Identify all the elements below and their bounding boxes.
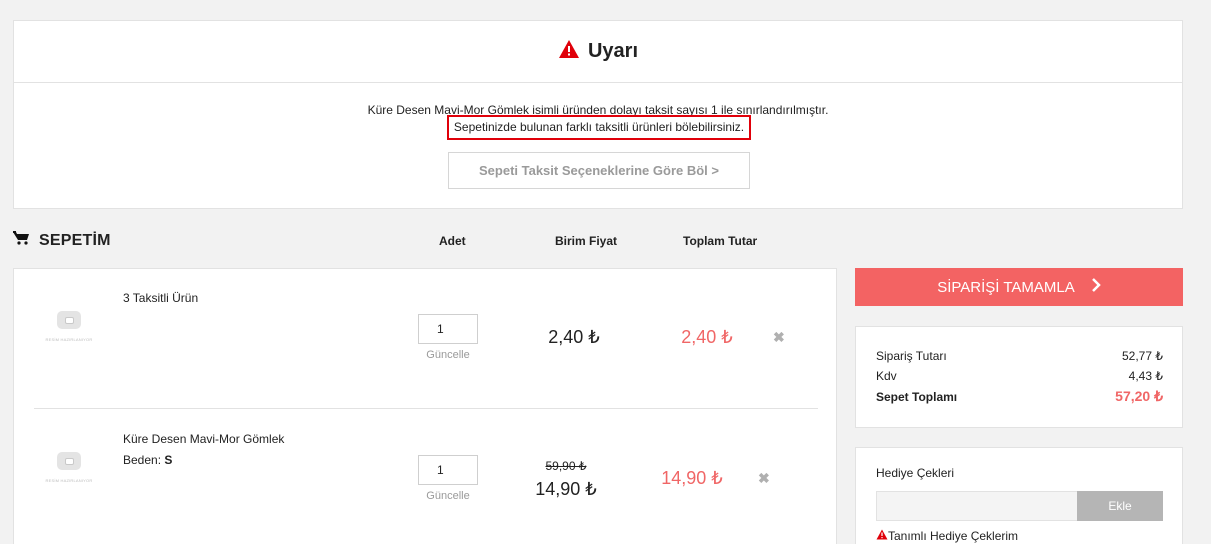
warning-panel: Uyarı Küre Desen Mavi-Mor Gömlek isimli … [13,20,1183,209]
product-image-placeholder: RESİM HAZIRLANIYOR [37,309,101,361]
column-header-unit-price: Birim Fiyat [555,234,618,248]
item-total: 2,40 ₺ [681,327,733,347]
warning-title: Uyarı [587,40,639,62]
remove-icon[interactable]: ✖ [758,470,770,487]
summary-subtotal-row: Sipariş Tutarı 52,77 ₺ [876,349,1163,363]
summary-vat-row: Kdv 4,43 ₺ [876,369,1163,383]
camera-icon [57,311,81,329]
camera-icon [57,452,81,470]
remove-icon[interactable]: ✖ [773,329,785,346]
add-gift-voucher-button[interactable]: Ekle [1077,491,1163,521]
cart-heading: SEPETİM [13,231,111,250]
column-header-qty: Adet [439,234,466,248]
old-price: 59,90 ₺ [545,459,587,473]
cart-title: SEPETİM [39,231,111,249]
warning-icon [558,39,580,64]
product-name[interactable]: 3 Taksitli Ürün [123,291,198,305]
defined-gift-vouchers-link[interactable]: Tanımlı Hediye Çeklerim [876,529,1018,543]
column-header-total: Toplam Tutar [683,234,758,248]
gift-voucher-panel: Hediye Çekleri Ekle Tanımlı Hediye Çekle… [855,447,1183,544]
item-total: 14,90 ₺ [661,468,723,488]
checkout-button[interactable]: SİPARİŞİ TAMAMLA [855,268,1183,306]
order-summary: Sipariş Tutarı 52,77 ₺ Kdv 4,43 ₺ Sepet … [855,326,1183,428]
unit-price: 14,90 ₺ [535,479,597,499]
summary-total-row: Sepet Toplamı 57,20 ₺ [876,388,1163,404]
cart-list: RESİM HAZIRLANIYOR 3 Taksitli Ürün Günce… [13,268,837,544]
gift-voucher-input[interactable] [876,491,1078,521]
quantity-input[interactable] [418,455,478,485]
product-size: Beden: S [123,453,173,467]
chevron-right-icon [1091,277,1101,297]
unit-price: 2,40 ₺ [548,327,600,347]
split-cart-button[interactable]: Sepeti Taksit Seçeneklerine Göre Böl > [448,152,750,189]
product-name[interactable]: Küre Desen Mavi-Mor Gömlek [123,432,284,446]
warning-header: Uyarı [14,21,1182,83]
row-divider [34,408,818,409]
cart-icon [13,231,30,250]
quantity-input[interactable] [418,314,478,344]
warning-icon [876,529,888,543]
warning-split-hint: Sepetinizde bulunan farklı taksitli ürün… [447,115,751,140]
gift-voucher-title: Hediye Çekleri [876,466,955,480]
update-quantity-link[interactable]: Güncelle [418,349,478,361]
product-image-placeholder: RESİM HAZIRLANIYOR [37,450,101,502]
update-quantity-link[interactable]: Güncelle [418,490,478,502]
